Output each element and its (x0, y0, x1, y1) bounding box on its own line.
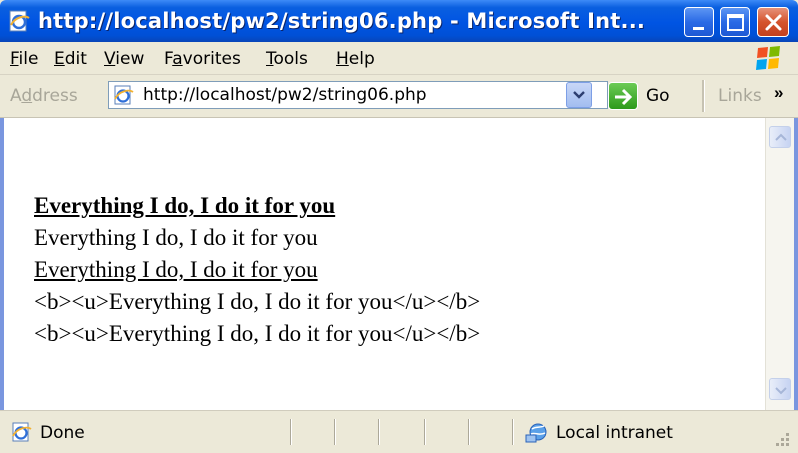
scroll-up-button[interactable] (769, 126, 791, 148)
ie-page-icon (9, 10, 30, 32)
close-button[interactable] (757, 7, 789, 37)
maximize-icon (727, 14, 744, 31)
menu-favorites[interactable]: Favorites (164, 49, 241, 69)
resize-grip-icon[interactable] (772, 429, 792, 449)
local-intranet-icon (525, 423, 547, 443)
status-pane-separator (334, 419, 336, 445)
chevron-down-icon (775, 387, 787, 395)
address-url: http://localhost/pw2/string06.php (143, 85, 427, 105)
line-underlined: Everything I do, I do it for you (34, 257, 318, 282)
menu-tools[interactable]: Tools (266, 49, 308, 69)
chevron-up-icon (775, 133, 787, 141)
windows-logo-icon (756, 46, 780, 70)
address-dropdown-button[interactable] (566, 82, 592, 108)
status-pane-separator (290, 419, 292, 445)
status-pane-separator (378, 419, 380, 445)
go-arrow-icon (615, 88, 633, 106)
menu-view[interactable]: View (104, 49, 144, 69)
links-label[interactable]: Links (718, 86, 762, 106)
chevron-down-icon (573, 91, 585, 99)
window-title: http://localhost/pw2/string06.php - Micr… (38, 9, 646, 33)
vertical-scrollbar[interactable] (765, 118, 794, 410)
line-bold-underlined: Everything I do, I do it for you (34, 193, 336, 218)
address-bar: Address http://localhost/pw2/string06.ph… (0, 75, 798, 118)
scroll-down-button[interactable] (769, 378, 791, 400)
address-input[interactable]: http://localhost/pw2/string06.php (108, 81, 608, 109)
ie-page-icon (114, 85, 134, 105)
content-text: Everything I do, I do it for you Everyth… (34, 118, 744, 350)
toolbar-separator (702, 80, 705, 112)
maximize-button[interactable] (720, 7, 750, 37)
menu-file[interactable]: File (10, 49, 38, 69)
line-escaped-html: <b><u>Everything I do, I do it for you</… (34, 289, 481, 314)
zone-text: Local intranet (556, 423, 673, 443)
browser-window: http://localhost/pw2/string06.php - Micr… (0, 0, 798, 453)
close-icon (765, 14, 782, 31)
line-plain: Everything I do, I do it for you (34, 225, 318, 250)
line-escaped-html: <b><u>Everything I do, I do it for you</… (34, 321, 481, 346)
ie-page-icon (12, 422, 32, 442)
status-pane-separator (424, 419, 426, 445)
page-content: Everything I do, I do it for you Everyth… (0, 118, 798, 410)
status-pane-separator (512, 419, 514, 445)
go-label[interactable]: Go (646, 86, 670, 106)
address-label: Address (10, 86, 78, 106)
go-button[interactable] (608, 82, 638, 110)
links-more-icon[interactable]: » (774, 83, 783, 103)
status-pane-separator (468, 419, 470, 445)
minimize-button[interactable] (684, 7, 714, 37)
menu-edit[interactable]: Edit (54, 49, 87, 69)
menu-help[interactable]: Help (336, 49, 375, 69)
minimize-icon (693, 27, 704, 30)
title-bar[interactable]: http://localhost/pw2/string06.php - Micr… (0, 0, 798, 42)
menu-bar: File Edit View Favorites Tools Help (0, 42, 798, 75)
status-bar: Done Local intranet (0, 410, 798, 453)
status-text: Done (40, 423, 85, 443)
